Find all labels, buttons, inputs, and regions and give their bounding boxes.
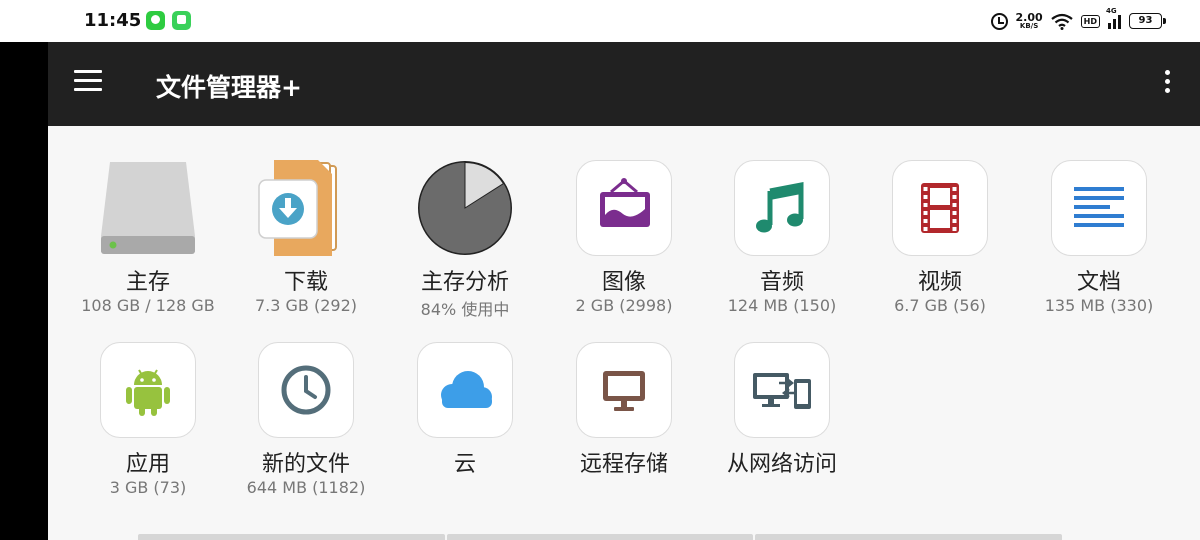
more-vert-icon[interactable] [1156,70,1178,100]
chat-app-icon [172,11,191,30]
tile-remote[interactable]: 远程存储 [544,308,704,480]
monitor-icon [576,342,672,438]
hard-drive-icon [100,160,196,256]
film-icon [892,160,988,256]
clock-icon [258,342,354,438]
tile-label: 从网络访问 [726,452,837,477]
cloud-icon [417,342,513,438]
category-grid: 主存 108 GB / 128 GB 下载 7.3 GB (292) 主存分析 … [48,126,1200,540]
tile-storage-analysis[interactable]: 主存分析 84% 使用中 [385,126,545,319]
tile-subtitle: 644 MB (1182) [246,478,366,497]
image-icon [576,160,672,256]
app-title: 文件管理器+ [156,73,302,102]
tile-documents[interactable]: 文档 135 MB (330) [1019,126,1179,315]
tile-recent[interactable]: 新的文件 644 MB (1182) [226,308,386,497]
status-time: 11:45 [84,10,142,31]
tile-video[interactable]: 视频 6.7 GB (56) [860,126,1020,315]
bottom-tab[interactable] [755,534,1063,540]
tile-cloud[interactable]: 云 [385,308,545,480]
wifi-icon [1050,13,1073,30]
tile-label: 文档 [1076,270,1121,295]
cell-signal-icon: 4G [1106,7,1121,29]
download-folder-icon [258,160,354,256]
tile-network[interactable]: 从网络访问 [702,308,862,480]
hamburger-menu-icon[interactable] [74,70,104,96]
tile-main-storage[interactable]: 主存 108 GB / 128 GB [68,126,228,315]
pie-chart-icon [417,160,513,256]
bottom-tab[interactable] [138,534,445,540]
music-note-icon [734,160,830,256]
tile-apps[interactable]: 应用 3 GB (73) [68,308,228,497]
tile-audio[interactable]: 音频 124 MB (150) [702,126,862,315]
status-bar: 11:45 2.00 KB/S HD 4G 93 [0,0,1200,42]
document-lines-icon [1051,160,1147,256]
bottom-tab[interactable] [446,534,754,540]
toolbar: 文件管理器+ [48,42,1200,126]
file-manager-app: 文件管理器+ 主存 108 GB / 128 GB 下载 7.3 GB (292… [48,42,1200,540]
android-icon [100,342,196,438]
tile-images[interactable]: 图像 2 GB (2998) [544,126,704,315]
tile-downloads[interactable]: 下载 7.3 GB (292) [226,126,386,315]
cell-signal-label: 4G [1106,7,1117,15]
tile-subtitle: 135 MB (330) [1044,296,1154,315]
alarm-icon [990,12,1008,30]
network-speed-unit: KB/S [1019,22,1039,30]
computer-phone-icon [734,342,830,438]
network-speed: 2.00 KB/S [1016,12,1043,30]
battery-icon: 93 [1129,13,1166,29]
message-app-icon [146,11,165,30]
bottom-tab-strip [138,534,1063,540]
status-right: 2.00 KB/S HD 4G 93 [990,7,1166,33]
hd-icon: HD [1080,14,1100,28]
